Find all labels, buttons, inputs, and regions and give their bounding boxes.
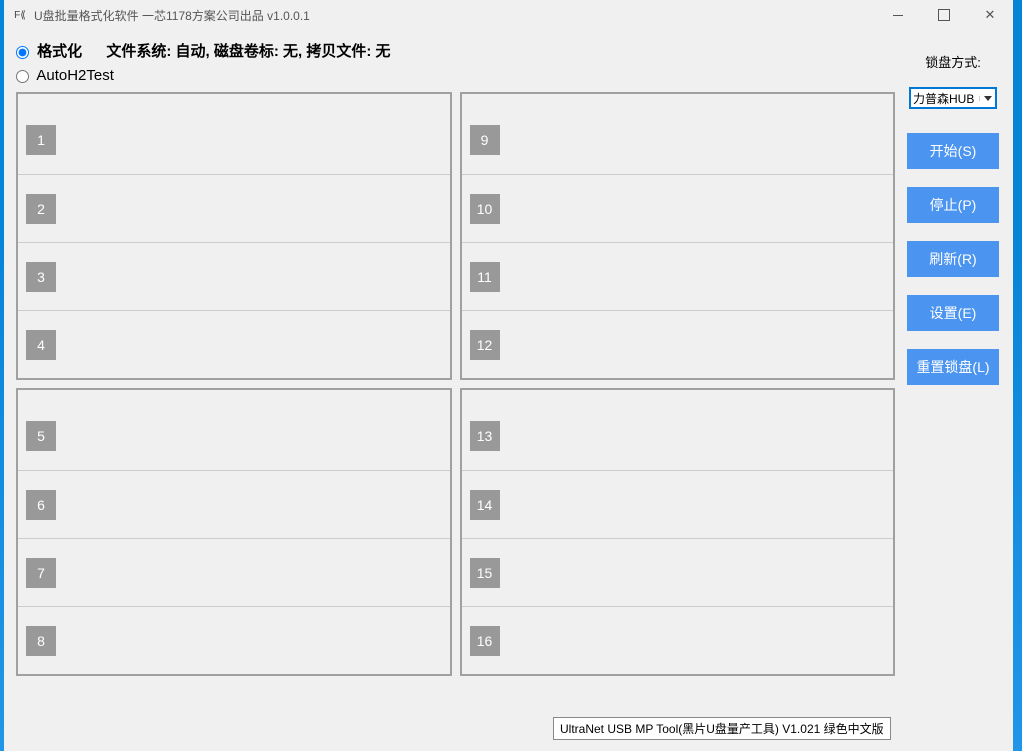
format-radio[interactable] xyxy=(16,46,29,59)
app-icon: F⟪ xyxy=(12,7,28,23)
slot-badge: 10 xyxy=(470,194,500,224)
slot-badge: 3 xyxy=(26,262,56,292)
start-button[interactable]: 开始(S) xyxy=(907,133,999,169)
slot[interactable]: 13 xyxy=(462,402,894,470)
chevron-down-icon xyxy=(979,96,995,101)
slot-badge: 16 xyxy=(470,626,500,656)
lock-mode-select[interactable]: 力普森HUB xyxy=(909,87,997,109)
lock-mode-label: 锁盘方式: xyxy=(905,52,1001,71)
slot[interactable]: 4 xyxy=(18,310,450,378)
slot[interactable]: 7 xyxy=(18,538,450,606)
sidebar: 锁盘方式: 力普森HUB 开始(S) 停止(P) 刷新(R) 设置(E) 重置锁… xyxy=(905,40,1001,751)
slot[interactable]: 15 xyxy=(462,538,894,606)
slot[interactable]: 8 xyxy=(18,606,450,674)
window-controls xyxy=(875,0,1013,30)
minimize-button[interactable] xyxy=(875,0,921,30)
slot-badge: 8 xyxy=(26,626,56,656)
slot-badge: 1 xyxy=(26,125,56,155)
maximize-button[interactable] xyxy=(921,0,967,30)
config-text: 文件系统: 自动, 磁盘卷标: 无, 拷贝文件: 无 xyxy=(106,43,390,60)
slot[interactable]: 3 xyxy=(18,242,450,310)
window-title: U盘批量格式化软件 一芯1178方案公司出品 v1.0.0.1 xyxy=(34,7,875,24)
main-area: 格式化 文件系统: 自动, 磁盘卷标: 无, 拷贝文件: 无 AutoH2Tes… xyxy=(16,40,895,751)
select-value: 力普森HUB xyxy=(911,90,979,107)
autoh2-radio[interactable] xyxy=(16,70,29,83)
slot[interactable]: 16 xyxy=(462,606,894,674)
slots-grid: 1 2 3 4 9 10 11 12 5 6 7 8 xyxy=(16,92,895,676)
slot-badge: 14 xyxy=(470,490,500,520)
slot[interactable]: 9 xyxy=(462,106,894,174)
panel-2: 9 10 11 12 xyxy=(460,92,896,380)
slot-badge: 9 xyxy=(470,125,500,155)
slot[interactable]: 14 xyxy=(462,470,894,538)
content-area: 格式化 文件系统: 自动, 磁盘卷标: 无, 拷贝文件: 无 AutoH2Tes… xyxy=(4,30,1013,751)
app-window: F⟪ U盘批量格式化软件 一芯1178方案公司出品 v1.0.0.1 格式化 文… xyxy=(4,0,1013,751)
slot-badge: 15 xyxy=(470,558,500,588)
slot-badge: 6 xyxy=(26,490,56,520)
slot[interactable]: 6 xyxy=(18,470,450,538)
slot-badge: 13 xyxy=(470,421,500,451)
panel-4: 13 14 15 16 xyxy=(460,388,896,676)
slot[interactable]: 12 xyxy=(462,310,894,378)
slot-badge: 11 xyxy=(470,262,500,292)
settings-button[interactable]: 设置(E) xyxy=(907,295,999,331)
slot[interactable]: 11 xyxy=(462,242,894,310)
slot[interactable]: 5 xyxy=(18,402,450,470)
slot-badge: 7 xyxy=(26,558,56,588)
titlebar: F⟪ U盘批量格式化软件 一芯1178方案公司出品 v1.0.0.1 xyxy=(4,0,1013,30)
slot-badge: 2 xyxy=(26,194,56,224)
panel-3: 5 6 7 8 xyxy=(16,388,452,676)
panel-1: 1 2 3 4 xyxy=(16,92,452,380)
slot[interactable]: 1 xyxy=(18,106,450,174)
slot-badge: 12 xyxy=(470,330,500,360)
stop-button[interactable]: 停止(P) xyxy=(907,187,999,223)
refresh-button[interactable]: 刷新(R) xyxy=(907,241,999,277)
format-radio-label: 格式化 xyxy=(37,43,82,60)
tooltip: UltraNet USB MP Tool(黑片U盘量产工具) V1.021 绿色… xyxy=(553,717,891,740)
close-button[interactable] xyxy=(967,0,1013,30)
slot[interactable]: 2 xyxy=(18,174,450,242)
autoh2-radio-label: AutoH2Test xyxy=(36,67,114,84)
slot-badge: 5 xyxy=(26,421,56,451)
options-row: 格式化 文件系统: 自动, 磁盘卷标: 无, 拷贝文件: 无 xyxy=(16,40,895,61)
slot[interactable]: 10 xyxy=(462,174,894,242)
reset-lock-button[interactable]: 重置锁盘(L) xyxy=(907,349,999,385)
slot-badge: 4 xyxy=(26,330,56,360)
